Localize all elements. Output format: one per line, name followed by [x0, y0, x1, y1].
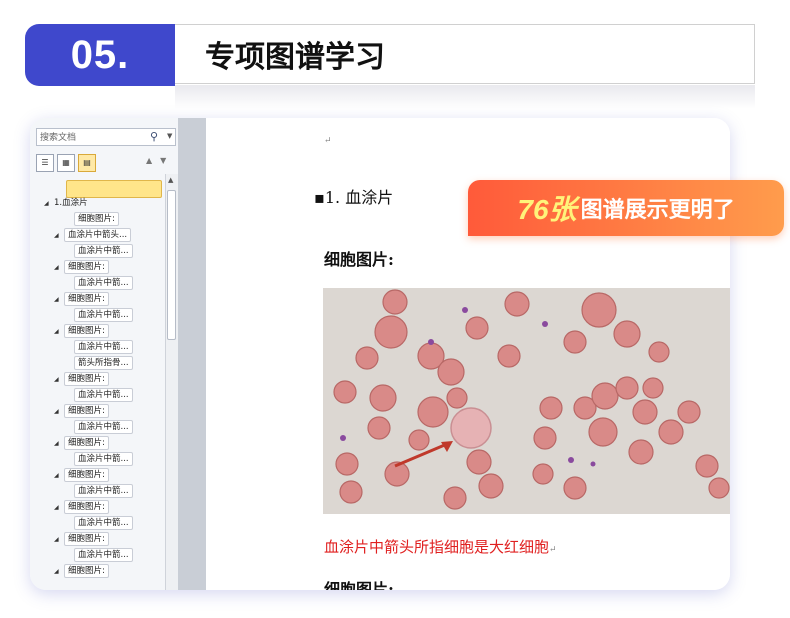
tree-item[interactable]: 血涂片中箭... [74, 244, 133, 258]
tree-item[interactable]: ◢ 血涂片中箭头... [54, 228, 132, 243]
tree-item[interactable]: 血涂片中箭... [74, 452, 133, 466]
image-caption: 血涂片中箭头所指细胞是大红细胞↵ [324, 538, 557, 556]
tree-item[interactable]: ◢ 细胞图片: [54, 372, 109, 386]
tree-item-label: 细胞图片: [74, 212, 119, 226]
section-title: 专项图谱学习 [175, 24, 755, 84]
nav-prev-next-icons[interactable]: ▲▼ [146, 156, 174, 165]
pane-splitter[interactable] [178, 118, 206, 590]
tree-item[interactable]: ◢ 细胞图片: [54, 500, 109, 514]
tree-item-label: 细胞图片: [64, 260, 109, 274]
heading-tree: ◢ 1.血涂片 细胞图片: ◢ 血涂片中箭头... 血涂片中箭... ◢ 细胞图片: 血涂片中箭… [36, 180, 164, 590]
expand-triangle-icon[interactable]: ◢ [54, 405, 64, 419]
tree-item[interactable]: ◢ 细胞图片: [54, 564, 109, 578]
tree-item[interactable]: ◢ 细胞图片: [54, 292, 109, 306]
tree-item[interactable]: ◢ 1.血涂片 [44, 196, 88, 210]
tree-item[interactable]: 箭头所指骨... [74, 356, 133, 370]
tree-item-label: 细胞图片: [64, 324, 109, 338]
badge-number: 76张 [517, 194, 577, 225]
tree-item-label: 血涂片中箭... [74, 244, 133, 258]
tree-item[interactable]: 血涂片中箭... [74, 516, 133, 530]
tree-item[interactable]: 血涂片中箭... [74, 308, 133, 322]
tree-item[interactable]: 血涂片中箭... [74, 484, 133, 498]
tree-item[interactable]: ◢ 细胞图片: [54, 468, 109, 482]
tree-item[interactable]: 血涂片中箭... [74, 388, 133, 402]
expand-triangle-icon[interactable]: ◢ [54, 501, 64, 515]
feature-badge: 76张 图谱展示更明了 [468, 180, 784, 236]
tree-item-label: 细胞图片: [64, 532, 109, 546]
tree-item-label: 血涂片中箭头... [64, 228, 132, 242]
tree-item-label: 细胞图片: [64, 468, 109, 482]
tree-item-label: 血涂片中箭... [74, 516, 133, 530]
expand-triangle-icon[interactable]: ◢ [44, 197, 54, 211]
scroll-thumb[interactable] [167, 190, 176, 340]
headings-view-icon[interactable]: ☰ [36, 154, 54, 172]
expand-triangle-icon[interactable]: ◢ [54, 469, 64, 483]
paragraph-mark: ↵ [324, 136, 332, 146]
tree-item-label: 细胞图片: [64, 436, 109, 450]
tree-item-label: 血涂片中箭... [74, 340, 133, 354]
scroll-up-icon[interactable]: ▲ [168, 176, 173, 184]
tree-item-label: 细胞图片: [64, 564, 109, 578]
tree-item[interactable]: ◢ 细胞图片: [54, 260, 109, 274]
expand-triangle-icon[interactable]: ◢ [54, 261, 64, 275]
tree-item-label: 血涂片中箭... [74, 388, 133, 402]
expand-triangle-icon[interactable]: ◢ [54, 373, 64, 387]
header-shadow [175, 85, 755, 109]
blood-smear-illustration [333, 289, 730, 510]
results-view-icon[interactable]: ▤ [78, 154, 96, 172]
chevron-down-icon[interactable]: ▼ [167, 132, 172, 140]
tree-item-label: 细胞图片: [64, 404, 109, 418]
expand-triangle-icon[interactable]: ◢ [54, 533, 64, 547]
tree-item-label: 血涂片中箭... [74, 484, 133, 498]
tree-item-label: 血涂片中箭... [74, 420, 133, 434]
badge-text: 图谱展示更明了 [580, 198, 735, 223]
expand-triangle-icon[interactable]: ◢ [54, 325, 64, 339]
blood-smear-image [323, 288, 730, 514]
section-number: 05. [25, 24, 175, 86]
tree-item-label: 血涂片中箭... [74, 308, 133, 322]
tree-item[interactable]: ◢ 细胞图片: [54, 324, 109, 338]
expand-triangle-icon[interactable]: ◢ [54, 293, 64, 307]
nav-scrollbar[interactable]: ▲ [165, 174, 178, 590]
tree-item-label: 血涂片中箭... [74, 452, 133, 466]
tree-item[interactable]: 细胞图片: [74, 212, 119, 226]
tree-item-label: 箭头所指骨... [74, 356, 133, 370]
tree-item[interactable]: ◢ 细胞图片: [54, 404, 109, 418]
tree-item[interactable]: ◢ 细胞图片: [54, 532, 109, 546]
magnifier-icon[interactable]: ⚲ [150, 130, 158, 143]
nav-tabs: ☰ ▦ ▤ [36, 154, 96, 174]
tree-item-label: 细胞图片: [64, 500, 109, 514]
tree-item-label: 细胞图片: [64, 372, 109, 386]
section-title-text: 专项图谱学习 [205, 40, 385, 75]
tree-item[interactable]: ◢ 细胞图片: [54, 436, 109, 450]
tree-item[interactable]: 血涂片中箭... [74, 340, 133, 354]
expand-triangle-icon[interactable]: ◢ [54, 229, 64, 243]
tree-item[interactable]: 血涂片中箭... [74, 276, 133, 290]
pages-view-icon[interactable]: ▦ [57, 154, 75, 172]
doc-subheading: 细胞图片: [324, 250, 394, 269]
expand-triangle-icon[interactable]: ◢ [54, 565, 64, 579]
tree-item-label: 1.血涂片 [54, 198, 88, 208]
expand-triangle-icon[interactable]: ◢ [54, 437, 64, 451]
tree-item-label: 血涂片中箭... [74, 276, 133, 290]
doc-subheading-2: 细胞图片: [324, 580, 394, 590]
tree-item[interactable]: 血涂片中箭... [74, 548, 133, 562]
tree-item-label: 细胞图片: [64, 292, 109, 306]
doc-heading: ▪1. 血涂片 [314, 188, 394, 207]
tree-item[interactable]: 血涂片中箭... [74, 420, 133, 434]
tree-item-label: 血涂片中箭... [74, 548, 133, 562]
